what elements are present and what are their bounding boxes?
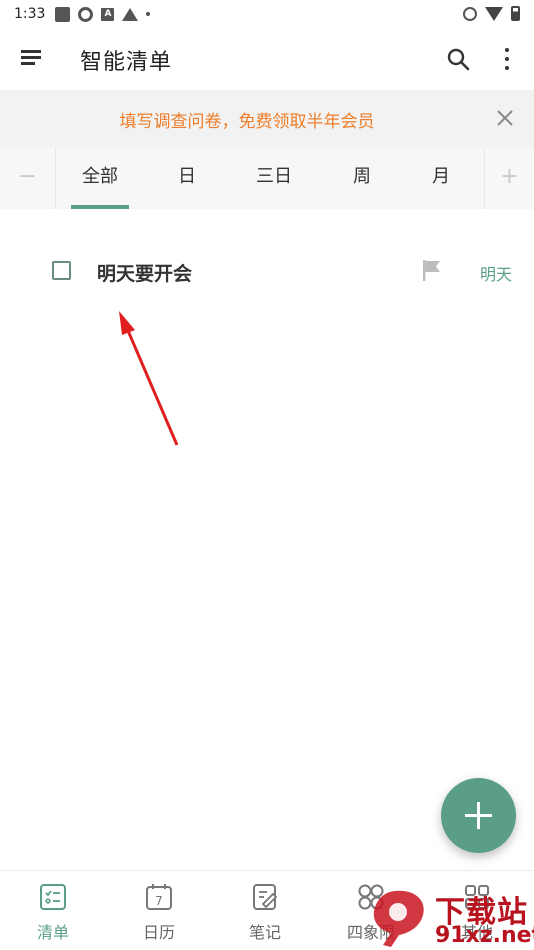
task-due-date[interactable]: 明天 (480, 261, 512, 285)
flag-icon[interactable] (421, 258, 443, 282)
survey-banner[interactable]: 填写调查问卷，免费领取半年会员 (0, 90, 534, 147)
period-tabs: − 全部 日 三日 周 月 + (0, 147, 534, 209)
notification-app-icon (55, 6, 71, 22)
zoom-out-button[interactable]: − (0, 147, 56, 209)
tab-all[interactable]: 全部 (56, 147, 144, 209)
alarm-icon (463, 6, 477, 21)
close-icon[interactable] (494, 107, 516, 129)
add-task-button[interactable] (441, 778, 516, 853)
notification-warning-icon (122, 7, 139, 21)
tab-three-days[interactable]: 三日 (230, 147, 318, 209)
notification-a-icon: A (101, 7, 115, 21)
wifi-icon (485, 6, 503, 21)
banner-text[interactable]: 填写调查问卷，免费领取半年会员 (0, 107, 494, 132)
nav-item-notes[interactable]: 笔记 (212, 871, 318, 950)
more-options-icon[interactable] (500, 48, 514, 70)
note-icon (253, 884, 278, 910)
tab-day[interactable]: 日 (144, 147, 230, 209)
task-title[interactable]: 明天要开会 (97, 259, 192, 286)
nav-item-calendar[interactable]: 7 日历 (106, 871, 212, 950)
nav-label-calendar: 日历 (142, 923, 175, 942)
status-bar: 1:33 A (0, 0, 534, 28)
watermark-logo (373, 890, 424, 947)
nav-label-notes: 笔记 (248, 923, 281, 942)
watermark: 下载站 91xz.net (365, 885, 534, 950)
nav-item-list[interactable]: 清单 (0, 871, 106, 950)
active-tab-indicator (71, 205, 129, 209)
toolbar: 智能清单 (0, 28, 534, 90)
watermark-url: 91xz.net (435, 923, 534, 948)
notification-more-icon (146, 12, 151, 16)
calendar-day-number: 7 (155, 894, 163, 908)
nav-label-list: 清单 (36, 923, 69, 942)
status-time: 1:33 (14, 6, 46, 22)
search-icon[interactable] (446, 47, 470, 71)
tab-week[interactable]: 周 (318, 147, 406, 209)
zoom-in-button[interactable]: + (484, 147, 534, 209)
calendar-icon: 7 (146, 884, 172, 910)
task-checkbox[interactable] (52, 261, 71, 280)
tab-month[interactable]: 月 (398, 147, 484, 209)
checklist-icon (40, 884, 66, 910)
battery-icon (511, 6, 520, 21)
menu-icon[interactable] (21, 50, 41, 66)
task-item[interactable]: 明天要开会 明天 (0, 240, 534, 304)
page-title: 智能清单 (80, 50, 173, 75)
notification-sync-icon (78, 6, 94, 22)
